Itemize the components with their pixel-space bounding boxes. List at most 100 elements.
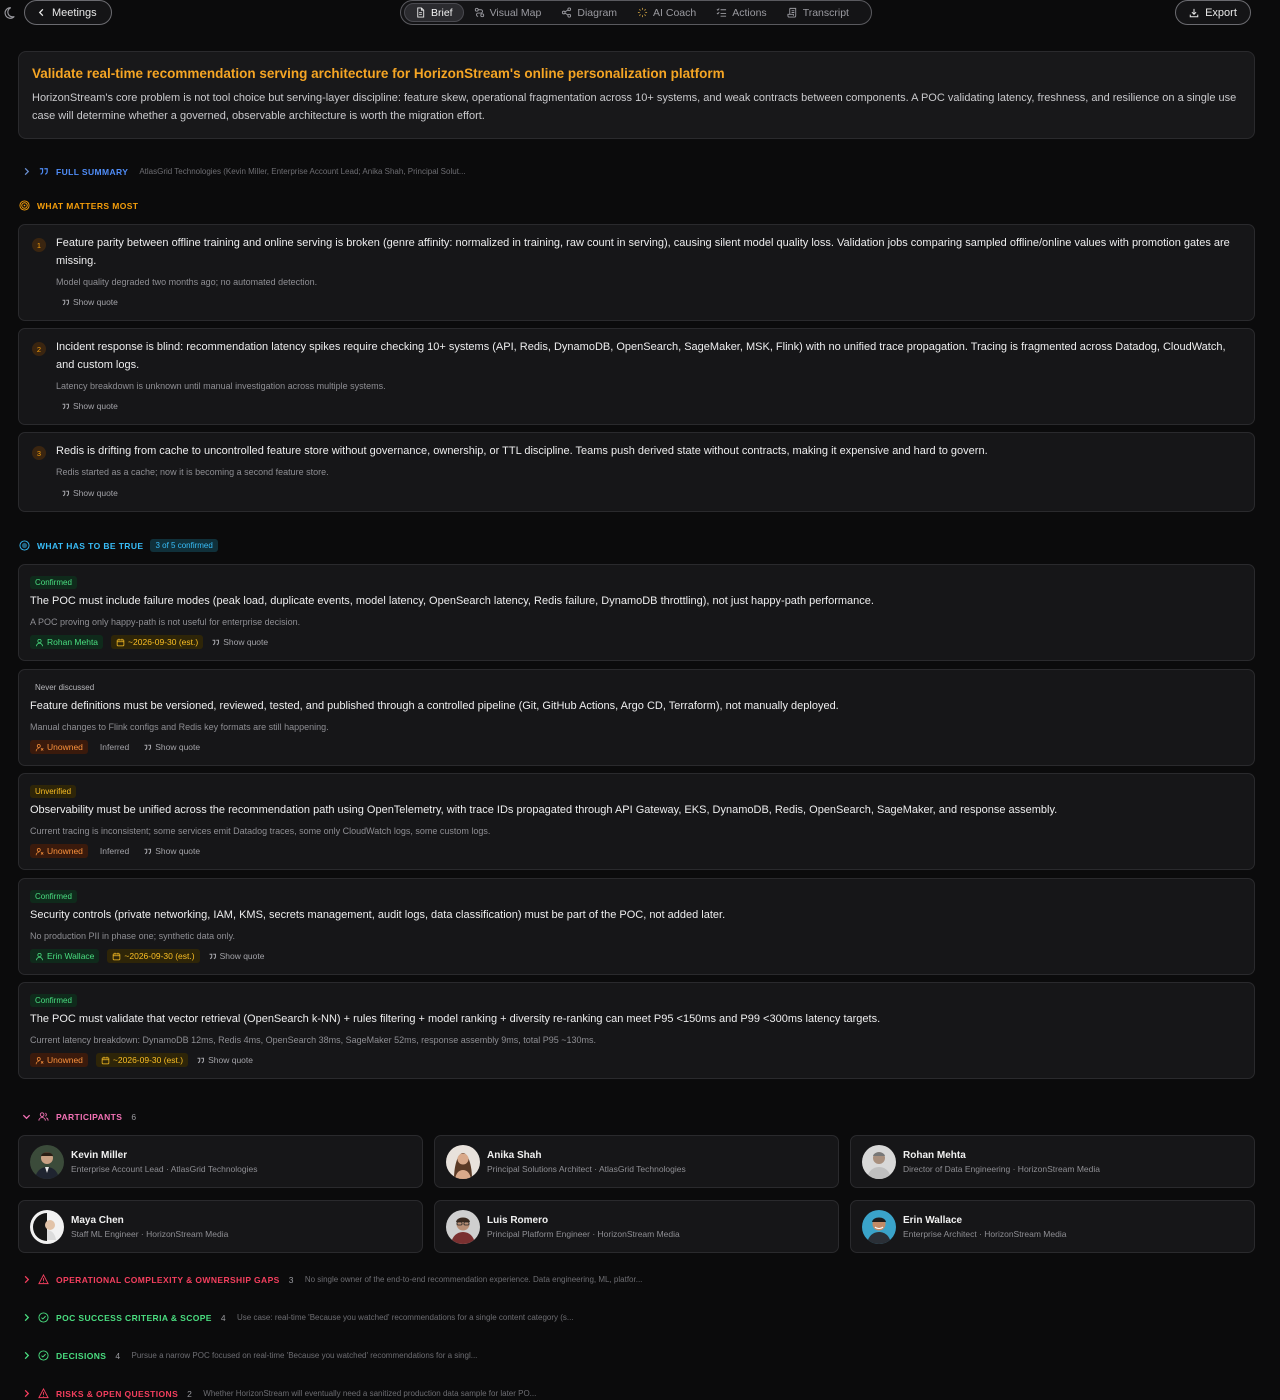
due-date: ~2026-09-30 (est.) — [124, 951, 195, 961]
theme-toggle-icon[interactable] — [2, 6, 16, 20]
tab-visual-map[interactable]: Visual Map — [464, 3, 552, 22]
share-nodes-icon — [561, 7, 572, 18]
owner-chip[interactable]: Rohan Mehta — [30, 635, 104, 649]
tab-ai-coach[interactable]: AI Coach — [627, 3, 706, 22]
owner-name: Unowned — [47, 742, 83, 752]
assumption-card: Unverified Observability must be unified… — [18, 773, 1255, 870]
show-quote-button[interactable]: Show quote — [143, 846, 200, 856]
unowned-chip[interactable]: Unowned — [30, 1053, 88, 1067]
unowned-chip[interactable]: Unowned — [30, 844, 88, 858]
full-summary-preview: AtlasGrid Technologies (Kevin Miller, En… — [139, 167, 466, 176]
section-preview: Use case: real-time 'Because you watched… — [237, 1313, 574, 1322]
quote-icon — [61, 402, 70, 411]
tab-brief[interactable]: Brief — [404, 3, 464, 22]
participant-card[interactable]: Erin Wallace Enterprise Architect · Hori… — [850, 1200, 1255, 1253]
participant-card[interactable]: Luis Romero Principal Platform Engineer … — [434, 1200, 839, 1253]
spinner-icon — [637, 7, 648, 18]
assumption-detail: A POC proving only happy-path is not use… — [30, 617, 301, 627]
matter-detail: Latency breakdown is unknown until manua… — [56, 381, 386, 391]
show-quote-button[interactable]: Show quote — [208, 951, 264, 961]
matter-title: Feature parity between offline training … — [56, 237, 1230, 267]
inferred-label: Inferred — [99, 846, 130, 856]
assumption-title: Observability must be unified across the… — [30, 804, 1058, 816]
due-date-chip[interactable]: ~2026-09-30 (est.) — [111, 635, 204, 649]
participant-role: Principal Solutions Architect · AtlasGri… — [487, 1164, 686, 1174]
show-quote-button[interactable]: Show quote — [196, 1055, 253, 1065]
assumption-detail: Current tracing is inconsistent; some se… — [30, 826, 491, 836]
show-quote-button[interactable]: Show quote — [61, 297, 118, 307]
unowned-chip[interactable]: Unowned — [30, 740, 88, 754]
assumption-card: Never discussed Feature definitions must… — [18, 669, 1255, 766]
owner-name: Erin Wallace — [47, 951, 95, 961]
quote-icon — [61, 489, 70, 498]
quote-icon — [208, 952, 217, 961]
participant-role: Staff ML Engineer · HorizonStream Media — [71, 1229, 229, 1239]
participant-card[interactable]: Rohan Mehta Director of Data Engineering… — [850, 1135, 1255, 1188]
participant-role: Principal Platform Engineer · HorizonStr… — [487, 1229, 680, 1239]
inferred-label: Inferred — [99, 742, 130, 752]
show-quote-button[interactable]: Show quote — [143, 742, 200, 752]
tab-label: Diagram — [577, 6, 618, 19]
assumption-title: The POC must include failure modes (peak… — [30, 595, 874, 607]
tab-actions[interactable]: Actions — [706, 3, 776, 22]
poc-success-criteria-section-toggle[interactable]: POC SUCCESS CRITERIA & SCOPE 4 Use case:… — [22, 1312, 574, 1323]
assumption-detail: No production PII in phase one; syntheti… — [30, 931, 235, 941]
chevron-right-icon — [22, 1275, 31, 1284]
due-date-chip[interactable]: ~2026-09-30 (est.) — [95, 1053, 189, 1067]
calendar-icon — [116, 638, 125, 647]
full-summary-toggle[interactable]: FULL SUMMARY AtlasGrid Technologies (Kev… — [22, 166, 466, 177]
participants-count: 6 — [131, 1111, 137, 1122]
status-badge: Confirmed — [30, 890, 77, 903]
participant-card[interactable]: Anika Shah Principal Solutions Architect… — [434, 1135, 839, 1188]
section-preview: Pursue a narrow POC focused on real-time… — [131, 1351, 478, 1360]
assumption-card: Confirmed The POC must include failure m… — [18, 564, 1255, 661]
export-button[interactable]: Export — [1175, 0, 1251, 25]
what-matters-header: WHAT MATTERS MOST — [19, 200, 138, 211]
decisions-section-toggle[interactable]: DECISIONS 4 Pursue a narrow POC focused … — [22, 1350, 477, 1361]
show-quote-label: Show quote — [155, 742, 201, 752]
assumption-title: Security controls (private networking, I… — [30, 909, 726, 921]
operational-complexity-section-toggle[interactable]: OPERATIONAL COMPLEXITY & OWNERSHIP GAPS … — [22, 1274, 642, 1285]
brief-body: HorizonStream's core problem is not tool… — [32, 92, 1237, 122]
section-preview: No single owner of the end-to-end recomm… — [304, 1275, 643, 1284]
calendar-icon — [101, 1056, 110, 1065]
participant-name: Erin Wallace — [903, 1215, 963, 1226]
tab-transcript[interactable]: Transcript — [777, 3, 859, 22]
risks-open-questions-section-toggle[interactable]: RISKS & OPEN QUESTIONS 2 Whether Horizon… — [22, 1388, 536, 1399]
participant-card[interactable]: Maya Chen Staff ML Engineer · HorizonStr… — [18, 1200, 423, 1253]
avatar — [862, 1210, 896, 1244]
tab-diagram[interactable]: Diagram — [551, 3, 627, 22]
show-quote-label: Show quote — [73, 297, 118, 307]
back-to-meetings-button[interactable]: Meetings — [24, 0, 112, 25]
assumption-title: The POC must validate that vector retrie… — [30, 1013, 881, 1025]
chevron-down-icon — [22, 1112, 31, 1121]
matter-title: Redis is drifting from cache to uncontro… — [56, 445, 988, 457]
what-has-to-be-true-label: WHAT HAS TO BE TRUE — [37, 540, 144, 551]
participants-header[interactable]: PARTICIPANTS 6 — [22, 1111, 137, 1122]
quote-icon — [143, 743, 152, 752]
owner-name: Rohan Mehta — [47, 637, 99, 647]
circle-check-icon — [38, 1312, 49, 1323]
matter-card: 1 Feature parity between offline trainin… — [18, 224, 1255, 321]
section-count: 4 — [115, 1350, 121, 1361]
assumption-meta: Unowned ~2026-09-30 (est.) Show quote — [30, 1053, 253, 1067]
due-date-chip[interactable]: ~2026-09-30 (est.) — [107, 949, 200, 963]
avatar — [446, 1145, 480, 1179]
participant-card[interactable]: Kevin Miller Enterprise Account Lead · A… — [18, 1135, 423, 1188]
brief-summary-card: Validate real-time recommendation servin… — [18, 51, 1255, 139]
avatar — [446, 1210, 480, 1244]
tab-label: Transcript — [802, 6, 849, 19]
show-quote-button[interactable]: Show quote — [61, 488, 118, 498]
owner-chip[interactable]: Erin Wallace — [30, 949, 100, 963]
status-badge: Unverified — [30, 785, 77, 798]
chevron-right-icon — [22, 1351, 31, 1360]
quote-icon — [196, 1056, 205, 1065]
show-quote-button[interactable]: Show quote — [211, 637, 268, 647]
participant-name: Anika Shah — [487, 1150, 542, 1161]
view-tabs: Brief Visual Map Diagram AI Coach Action… — [400, 0, 872, 25]
participant-role: Director of Data Engineering · HorizonSt… — [903, 1164, 1101, 1174]
quote-icon — [61, 298, 70, 307]
show-quote-button[interactable]: Show quote — [61, 401, 118, 411]
download-icon — [1189, 8, 1199, 18]
chevron-right-icon — [22, 1389, 31, 1398]
